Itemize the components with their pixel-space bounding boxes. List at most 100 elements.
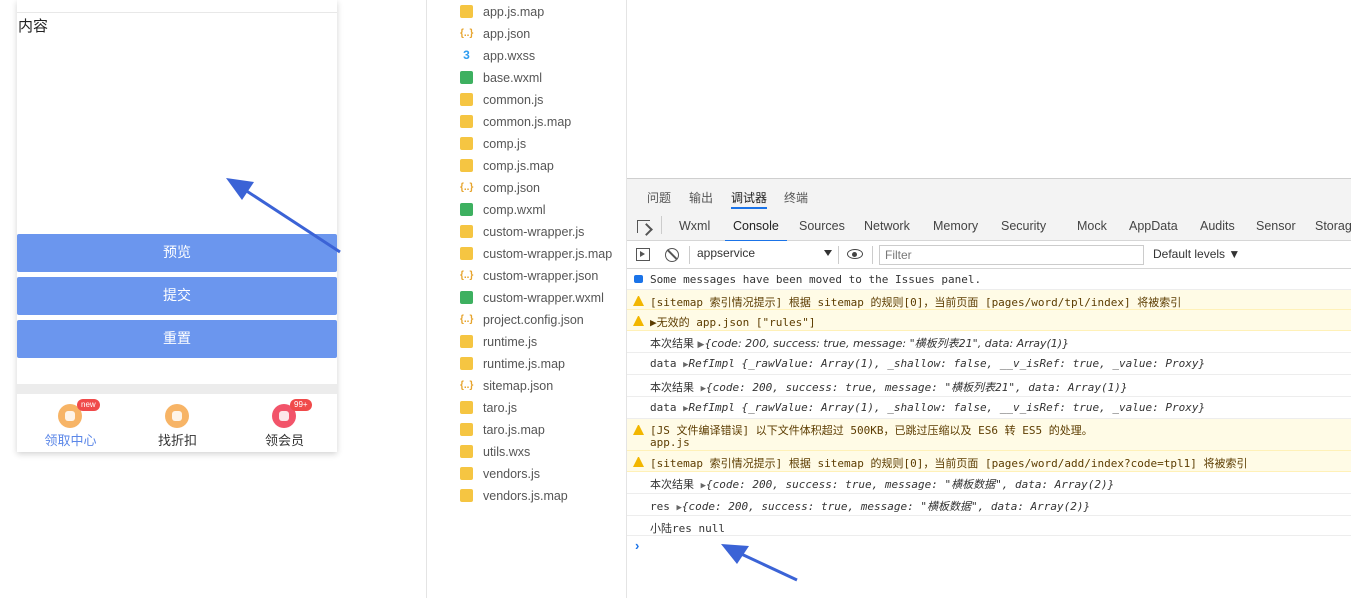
tab-console[interactable]: Console <box>725 219 787 242</box>
file-js-icon <box>460 93 473 106</box>
tab-sensor[interactable]: Sensor <box>1256 219 1296 233</box>
file-name: comp.js.map <box>483 159 554 173</box>
file-item[interactable]: custom-wrapper.js.map <box>460 243 630 265</box>
file-js-icon <box>460 115 473 128</box>
file-item[interactable]: {..} sitemap.json <box>460 375 630 397</box>
tab-output[interactable]: 输出 <box>689 189 713 206</box>
file-item[interactable]: app.js.map <box>460 1 630 23</box>
console-warning: [JS 文件编译错误] 以下文件体积超过 500KB，已跳过压缩以及 ES6 转… <box>627 419 1351 451</box>
file-name: comp.js <box>483 137 527 151</box>
file-js-icon <box>460 445 473 458</box>
tab-find-discount[interactable]: 找折扣 <box>124 394 231 452</box>
tab-get-membership[interactable]: 99+ 领会员 <box>231 394 337 452</box>
file-item[interactable]: {..} project.config.json <box>460 309 630 331</box>
file-item[interactable]: vendors.js <box>460 463 630 485</box>
file-js-icon <box>460 159 473 172</box>
discount-tag-icon <box>165 404 189 428</box>
tab-label: 找折扣 <box>157 434 197 449</box>
file-item[interactable]: common.js <box>460 89 630 111</box>
devtools-top-tabs: 问题 输出 调试器 终端 <box>627 179 1351 209</box>
submit-button[interactable]: 提交 <box>17 277 337 315</box>
eye-icon[interactable] <box>847 249 863 259</box>
console-log[interactable]: 本次结果 ▶{code: 200, success: true, message… <box>627 472 1351 494</box>
filter-input[interactable] <box>879 245 1144 265</box>
tab-security[interactable]: Security <box>1001 219 1046 233</box>
file-item[interactable]: comp.wxml <box>460 199 630 221</box>
log-levels-dropdown[interactable]: Default levels ▼ <box>1153 247 1240 261</box>
file-json-icon: {..} <box>460 182 474 193</box>
log-label: data <box>650 401 677 414</box>
console-log[interactable]: data ▶RefImpl {_rawValue: Array(1), _sha… <box>627 353 1351 375</box>
log-label: res <box>650 500 670 513</box>
file-item[interactable]: runtime.js.map <box>460 353 630 375</box>
file-item[interactable]: base.wxml <box>460 67 630 89</box>
reset-button[interactable]: 重置 <box>17 320 337 358</box>
file-item[interactable]: taro.js <box>460 397 630 419</box>
file-item[interactable]: custom-wrapper.js <box>460 221 630 243</box>
tab-label: 领会员 <box>264 434 304 449</box>
file-item[interactable]: utils.wxs <box>460 441 630 463</box>
tab-wxml[interactable]: Wxml <box>679 219 710 233</box>
tab-mock[interactable]: Mock <box>1077 219 1107 233</box>
context-value: appservice <box>697 246 756 260</box>
file-json-icon: {..} <box>460 28 474 39</box>
console-warning[interactable]: ▶无效的 app.json ["rules"] <box>627 310 1351 331</box>
tab-debugger[interactable]: 调试器 <box>731 189 768 209</box>
tab-terminal[interactable]: 终端 <box>784 189 808 206</box>
file-js-icon <box>460 225 473 238</box>
log-object: RefImpl {_rawValue: Array(1), _shallow: … <box>688 357 1206 370</box>
tab-appdata[interactable]: AppData <box>1129 219 1178 233</box>
clear-console-icon[interactable] <box>665 248 679 262</box>
tab-sources[interactable]: Sources <box>799 219 845 233</box>
file-item[interactable]: vendors.js.map <box>460 485 630 507</box>
file-name: base.wxml <box>483 71 543 85</box>
file-item[interactable]: {..} comp.json <box>460 177 630 199</box>
log-object: {code: 200, success: true, message: "横板数… <box>706 478 1115 491</box>
file-link[interactable]: app.js <box>650 436 690 449</box>
context-select[interactable]: appservice <box>697 246 832 264</box>
file-name: app.json <box>483 27 531 41</box>
file-item[interactable]: taro.js.map <box>460 419 630 441</box>
file-js-icon <box>460 247 473 260</box>
warning-icon <box>633 315 644 326</box>
file-wxml-icon <box>460 291 473 304</box>
file-item[interactable]: {..} custom-wrapper.json <box>460 265 630 287</box>
file-name: runtime.js <box>483 335 538 349</box>
file-name: comp.wxml <box>483 203 546 217</box>
log-object: {code: 200, success: true, message: "横板数… <box>681 500 1091 513</box>
divider <box>689 246 690 264</box>
divider <box>661 216 662 234</box>
console-log[interactable]: res ▶{code: 200, success: true, message:… <box>627 494 1351 516</box>
inspect-element-icon[interactable] <box>637 220 650 233</box>
console-prompt[interactable]: › <box>635 538 639 553</box>
tab-audits[interactable]: Audits <box>1200 219 1235 233</box>
dropdown-arrow-icon <box>824 250 832 256</box>
file-name: taro.js.map <box>483 423 545 437</box>
tab-label: 领取中心 <box>44 434 97 449</box>
file-item[interactable]: custom-wrapper.wxml <box>460 287 630 309</box>
file-item[interactable]: comp.js.map <box>460 155 630 177</box>
file-item[interactable]: comp.js <box>460 133 630 155</box>
file-name: custom-wrapper.js <box>483 225 585 239</box>
tab-claim-center[interactable]: new 领取中心 <box>17 394 124 452</box>
file-js-icon <box>460 357 473 370</box>
log-label: 本次结果 <box>650 337 694 350</box>
file-name: vendors.js.map <box>483 489 568 503</box>
console-info-message: Some messages have been moved to the Iss… <box>627 269 1351 290</box>
tab-storage[interactable]: Storage <box>1315 219 1351 233</box>
sidebar-toggle-icon[interactable] <box>636 248 650 261</box>
console-log[interactable]: 本次结果 ▶{code: 200, success: true, message… <box>627 331 1351 353</box>
file-json-icon: {..} <box>460 314 474 325</box>
file-item[interactable]: {..} app.json <box>460 23 630 45</box>
file-item[interactable]: runtime.js <box>460 331 630 353</box>
file-item[interactable]: 3 app.wxss <box>460 45 630 67</box>
file-js-icon <box>460 335 473 348</box>
tab-memory[interactable]: Memory <box>933 219 978 233</box>
console-log[interactable]: data ▶RefImpl {_rawValue: Array(1), _sha… <box>627 397 1351 419</box>
tab-issues[interactable]: 问题 <box>647 189 671 206</box>
console-toolbar: appservice Default levels ▼ <box>627 241 1351 269</box>
file-item[interactable]: common.js.map <box>460 111 630 133</box>
console-log[interactable]: 本次结果 ▶{code: 200, success: true, message… <box>627 375 1351 397</box>
annotation-arrow <box>721 544 798 582</box>
tab-network[interactable]: Network <box>864 219 910 233</box>
